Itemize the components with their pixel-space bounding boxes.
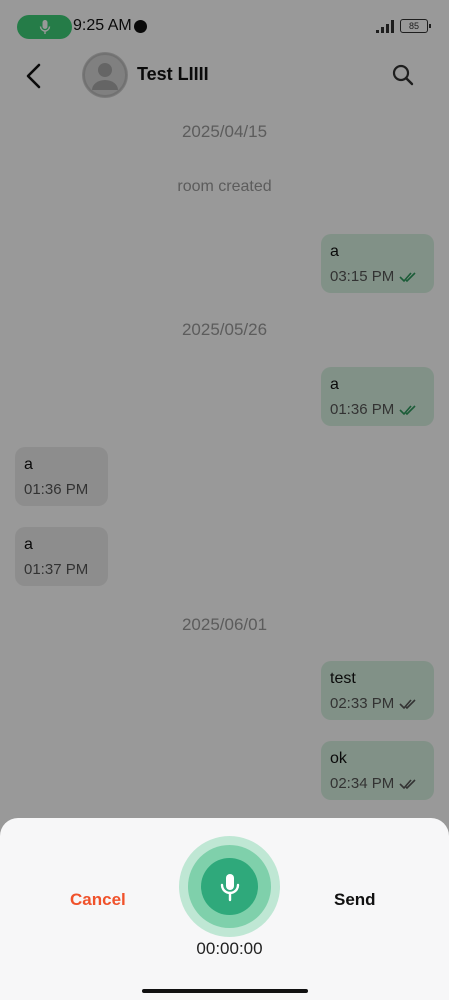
send-button[interactable]: Send [334,890,376,910]
recording-timer: 00:00:00 [196,939,263,958]
voice-recorder-sheet: Cancel Send 00:00:00 [0,818,449,1000]
cancel-button[interactable]: Cancel [70,890,126,910]
microphone-icon [220,873,239,901]
record-button[interactable] [201,858,258,915]
home-indicator[interactable] [142,989,308,993]
